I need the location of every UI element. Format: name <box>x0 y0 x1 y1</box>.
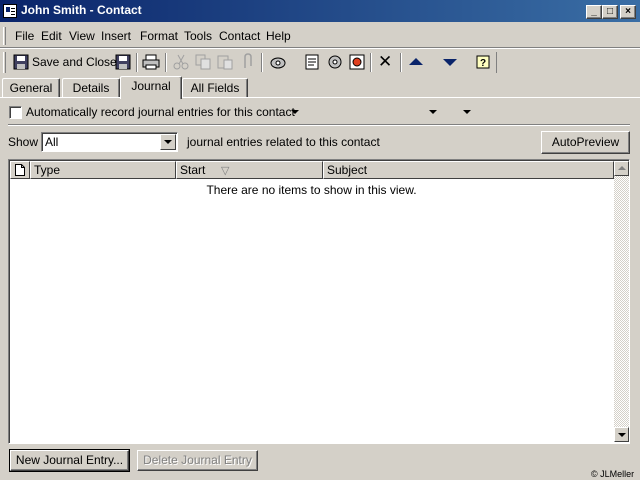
chevron-down-icon <box>164 140 172 144</box>
delete-icon[interactable]: ✕ <box>378 52 392 72</box>
menu-format[interactable]: Format <box>140 29 178 43</box>
save-icon[interactable] <box>114 53 132 71</box>
minimize-button[interactable]: _ <box>586 5 602 19</box>
flag-icon[interactable] <box>348 53 366 71</box>
toolbar-separator <box>136 53 138 72</box>
vertical-scrollbar[interactable] <box>614 161 629 442</box>
contact-card-icon[interactable] <box>3 4 17 18</box>
dropdown-button[interactable] <box>160 134 176 150</box>
journal-entries-list[interactable]: Type Start ▽ Subject There are no items … <box>8 159 630 444</box>
auto-record-label[interactable]: Automatically record journal entries for… <box>26 105 295 119</box>
delete-journal-entry-button[interactable]: Delete Journal Entry <box>137 450 258 471</box>
previous-item-icon[interactable] <box>407 53 425 71</box>
menu-bar: File Edit View Insert Format Tools Conta… <box>0 24 640 48</box>
column-header-type[interactable]: Type <box>30 161 176 179</box>
save-and-close-label: Save and Close <box>32 55 117 69</box>
tab-details[interactable]: Details <box>62 78 120 98</box>
show-filter-dropdown[interactable]: All <box>41 132 178 152</box>
attach-icon <box>244 53 252 68</box>
copy-icon <box>195 54 211 70</box>
maximize-button[interactable]: □ <box>602 5 618 19</box>
categories-icon[interactable] <box>326 53 344 71</box>
toolbar-grip[interactable] <box>3 52 6 73</box>
column-header-start[interactable]: Start ▽ <box>176 161 323 179</box>
scroll-down-button[interactable] <box>614 427 629 442</box>
tab-journal[interactable]: Journal <box>120 76 182 99</box>
print-icon[interactable] <box>142 53 160 71</box>
help-icon[interactable]: ? <box>475 53 493 71</box>
new-journal-entry-button[interactable]: New Journal Entry... <box>9 449 130 472</box>
svg-text:?: ? <box>480 58 486 69</box>
menu-tools[interactable]: Tools <box>184 29 212 43</box>
toolbar-separator <box>400 53 402 72</box>
sort-descending-icon: ▽ <box>221 165 230 177</box>
new-message-icon[interactable] <box>269 53 287 71</box>
toolbar-end-edge <box>495 52 497 73</box>
empty-list-message: There are no items to show in this view. <box>206 183 417 197</box>
menu-view[interactable]: View <box>69 29 95 43</box>
title-bar: John Smith - Contact _ □ × <box>0 0 640 22</box>
menu-edit[interactable]: Edit <box>41 29 62 43</box>
auto-record-checkbox[interactable] <box>9 106 22 119</box>
autopreview-button[interactable]: AutoPreview <box>541 131 630 154</box>
menu-grip[interactable] <box>3 27 6 45</box>
column-header-start-label: Start <box>180 163 206 177</box>
tab-general[interactable]: General <box>2 78 60 98</box>
menu-file[interactable]: File <box>15 29 34 43</box>
arrow-down-icon <box>618 433 626 437</box>
divider <box>8 124 630 126</box>
toolbar-separator <box>165 53 167 72</box>
window-title: John Smith - Contact <box>21 3 142 17</box>
save-and-close-button[interactable]: Save and Close <box>11 51 117 73</box>
arrow-up-icon <box>618 166 626 170</box>
toolbar-separator <box>370 53 372 72</box>
close-button[interactable]: × <box>620 5 636 19</box>
show-label: Show <box>8 135 39 149</box>
menu-insert[interactable]: Insert <box>101 29 131 43</box>
paste-icon <box>217 55 233 70</box>
cut-icon <box>173 54 189 70</box>
scroll-up-button[interactable] <box>614 161 629 176</box>
copyright-credit: © JLMeller <box>591 469 635 479</box>
tab-all-fields[interactable]: All Fields <box>182 78 248 98</box>
show-filter-value: All <box>45 135 59 149</box>
column-header-subject[interactable]: Subject <box>323 161 614 179</box>
standard-toolbar: Save and Close ✕ ? <box>0 48 640 114</box>
column-header-icon[interactable] <box>10 161 30 179</box>
properties-icon[interactable] <box>303 53 321 71</box>
menu-contact[interactable]: Contact <box>219 29 260 43</box>
document-icon <box>15 164 25 176</box>
toolbar-separator <box>261 53 263 72</box>
menu-help[interactable]: Help <box>266 29 291 43</box>
related-entries-label: journal entries related to this contact <box>187 135 380 149</box>
next-item-icon[interactable] <box>441 53 459 71</box>
save-icon <box>13 54 29 70</box>
